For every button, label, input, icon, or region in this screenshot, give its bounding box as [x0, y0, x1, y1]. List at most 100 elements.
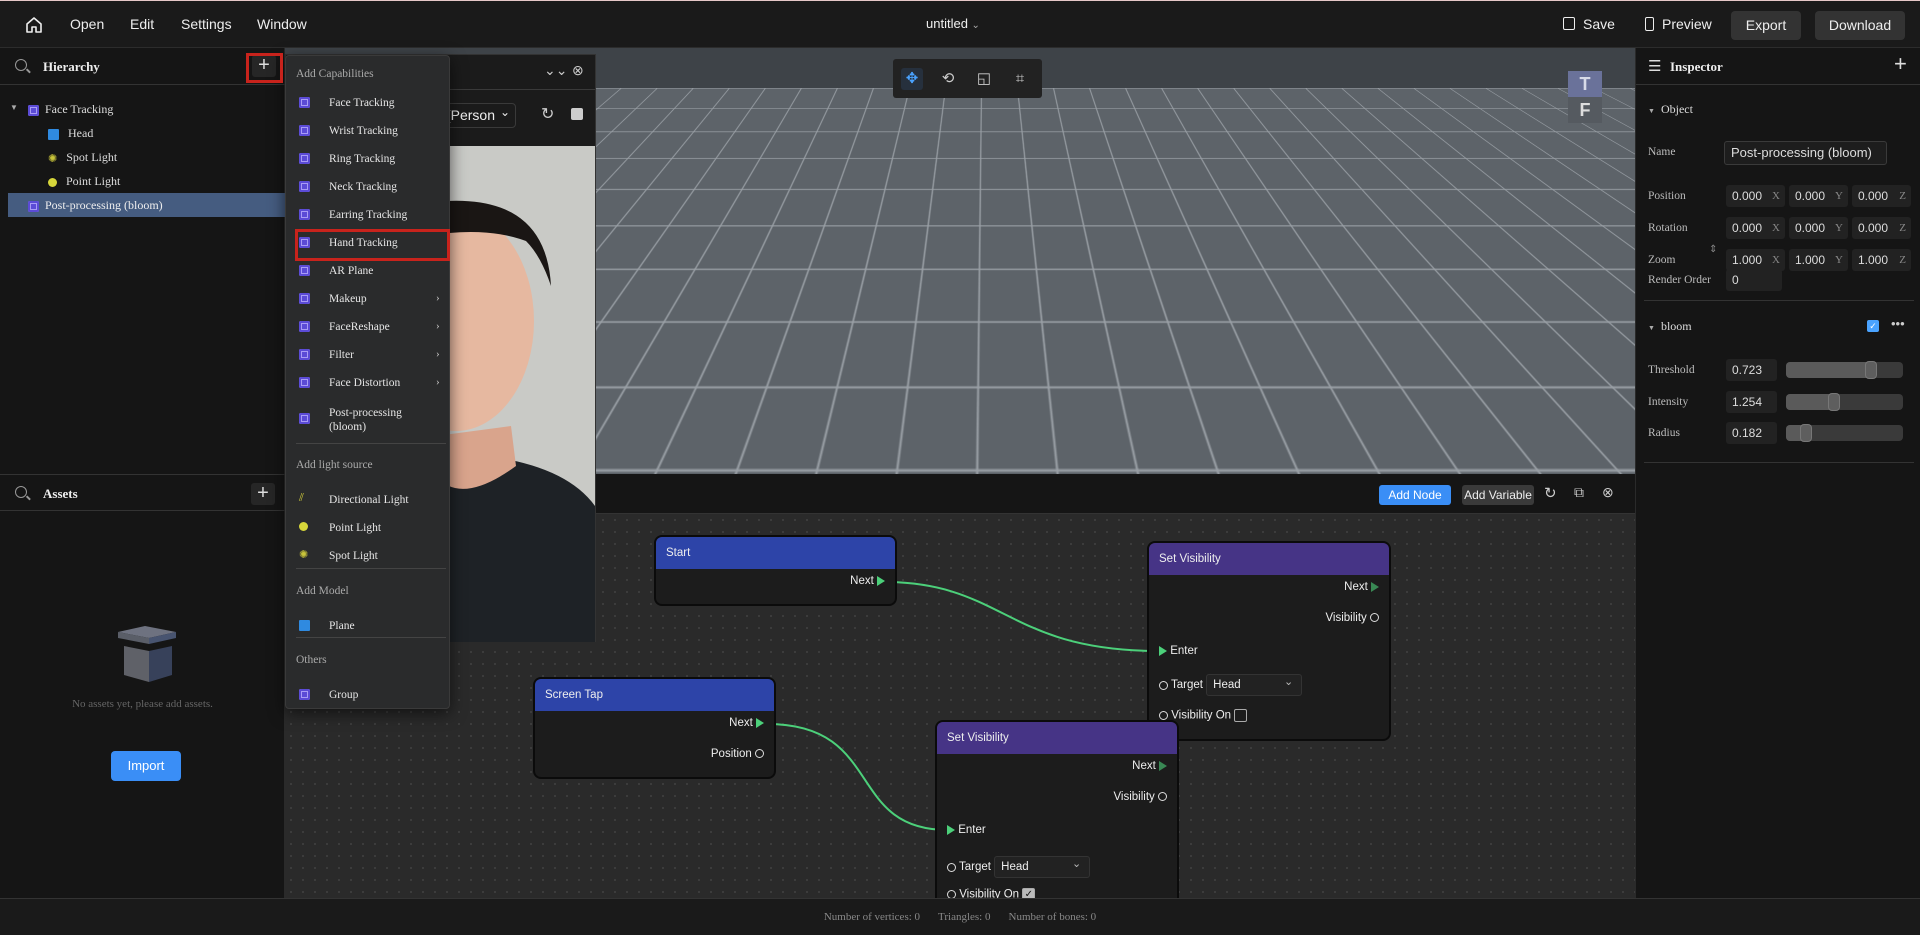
refresh-icon[interactable]: ↻: [1544, 484, 1557, 502]
node-title: Set Visibility: [1149, 543, 1389, 575]
close-icon[interactable]: ⊗: [572, 62, 584, 79]
position-z-input[interactable]: 0.000 Z: [1852, 185, 1911, 207]
chevron-right-icon: ›: [436, 320, 440, 332]
data-port-icon: [1158, 792, 1167, 802]
slider-handle[interactable]: [1799, 424, 1812, 442]
add-asset-button[interactable]: +: [251, 483, 275, 505]
add-hierarchy-button[interactable]: +: [252, 55, 276, 77]
stop-icon[interactable]: [571, 108, 583, 120]
capability-icon: [299, 181, 310, 192]
node-title: Set Visibility: [937, 722, 1177, 754]
menu-window[interactable]: Window: [257, 16, 307, 32]
search-icon[interactable]: [15, 59, 27, 71]
project-title[interactable]: untitled ⌄: [926, 16, 980, 31]
chevron-right-icon: ›: [436, 292, 440, 304]
menu-item-label: Face Distortion: [329, 377, 401, 389]
hierarchy-item-head[interactable]: Head: [48, 126, 93, 141]
port-next[interactable]: Next: [1344, 581, 1379, 593]
port-visibility-on[interactable]: Visibility On ✓: [947, 888, 1036, 898]
save-button[interactable]: Save: [1563, 16, 1615, 32]
port-next[interactable]: Next: [1132, 760, 1167, 772]
port-target[interactable]: Target Head: [947, 854, 1091, 878]
node-screen-tap[interactable]: Screen Tap Next Position: [533, 677, 776, 779]
refresh-icon[interactable]: ↻: [541, 104, 554, 124]
intensity-input[interactable]: 1.254: [1726, 391, 1777, 413]
visibility-on-checkbox[interactable]: ✓: [1022, 888, 1036, 898]
radius-slider[interactable]: [1786, 424, 1903, 442]
rotation-x-input[interactable]: 0.000 X: [1726, 217, 1785, 239]
link-scale-icon[interactable]: ⇕: [1709, 244, 1717, 255]
download-button[interactable]: Download: [1815, 11, 1905, 40]
rotation-z-input[interactable]: 0.000 Z: [1852, 217, 1911, 239]
move-icon[interactable]: ✥: [901, 68, 923, 90]
slider-handle[interactable]: [1827, 393, 1840, 411]
hierarchy-item-point-light[interactable]: Point Light: [48, 174, 120, 189]
position-y-input[interactable]: 0.000 Y: [1789, 185, 1848, 207]
visibility-on-checkbox[interactable]: [1234, 709, 1248, 722]
project-title-text: untitled: [926, 16, 968, 31]
inspector-panel: ☰ Inspector + ▼ Object Name Post-process…: [1635, 48, 1920, 898]
object-section-toggle[interactable]: ▼ Object: [1648, 102, 1693, 117]
directional-light-icon: ⫽: [299, 492, 304, 504]
close-graph-icon[interactable]: ⊗: [1602, 484, 1614, 501]
add-component-button[interactable]: +: [1894, 51, 1907, 77]
port-position[interactable]: Position: [711, 748, 764, 760]
node-set-visibility[interactable]: Set Visibility Next Visibility Enter Tar…: [1147, 541, 1391, 741]
add-node-button[interactable]: Add Node: [1379, 485, 1451, 505]
render-order-input[interactable]: 0: [1726, 269, 1782, 291]
collapse-icon[interactable]: ⌄⌄: [544, 62, 567, 79]
search-icon[interactable]: [15, 486, 27, 498]
more-options-icon[interactable]: •••: [1891, 316, 1905, 331]
bloom-section-toggle[interactable]: ▼ bloom: [1648, 319, 1692, 334]
port-enter[interactable]: Enter: [947, 824, 986, 836]
intensity-slider[interactable]: [1786, 393, 1903, 411]
zoom-y-input[interactable]: 1.000 Y: [1789, 249, 1848, 271]
export-button[interactable]: Export: [1731, 11, 1801, 40]
zoom-x-input[interactable]: 1.000 X: [1726, 249, 1785, 271]
head-model[interactable]: [855, 90, 1070, 430]
target-select[interactable]: Head: [994, 854, 1091, 878]
capability-icon: [299, 153, 310, 164]
zoom-z-input[interactable]: 1.000 Z: [1852, 249, 1911, 271]
port-next[interactable]: Next: [850, 575, 885, 587]
port-next[interactable]: Next: [729, 717, 764, 729]
port-visibility[interactable]: Visibility: [1113, 791, 1167, 803]
scale-icon[interactable]: ◱: [973, 68, 995, 90]
port-visibility[interactable]: Visibility: [1325, 612, 1379, 624]
menu-settings[interactable]: Settings: [181, 16, 232, 32]
menu-edit[interactable]: Edit: [130, 16, 154, 32]
hierarchy-item-face-tracking[interactable]: Face Tracking: [28, 102, 113, 117]
home-icon[interactable]: [25, 16, 43, 34]
view-front-button[interactable]: F: [1568, 97, 1602, 123]
axis-label: X: [1772, 222, 1780, 234]
add-variable-button[interactable]: Add Variable: [1462, 485, 1534, 505]
bloom-enabled-checkbox[interactable]: ✓: [1867, 320, 1879, 332]
threshold-input[interactable]: 0.723: [1726, 359, 1777, 381]
preview-button[interactable]: Preview: [1645, 16, 1712, 32]
hierarchy-item-post-processing[interactable]: Post-processing (bloom): [8, 193, 285, 217]
hierarchy-item-spot-light[interactable]: ✺ Spot Light: [48, 150, 117, 165]
position-x-input[interactable]: 0.000 X: [1726, 185, 1785, 207]
port-label: Target: [1171, 679, 1203, 692]
import-button[interactable]: Import: [111, 751, 181, 781]
menu-open[interactable]: Open: [70, 16, 104, 32]
target-select[interactable]: Head: [1206, 672, 1303, 696]
item-label: Head: [68, 126, 94, 140]
name-input[interactable]: Post-processing (bloom): [1724, 141, 1887, 165]
transform-icon[interactable]: ⌗: [1009, 68, 1031, 90]
port-target[interactable]: Target Head: [1159, 672, 1303, 696]
view-top-button[interactable]: T: [1568, 71, 1602, 97]
spot-light-icon: ✺: [48, 152, 58, 165]
radius-input[interactable]: 0.182: [1726, 422, 1777, 444]
slider-handle[interactable]: [1865, 361, 1878, 379]
node-set-visibility[interactable]: Set Visibility Next Visibility Enter Tar…: [935, 720, 1179, 898]
port-enter[interactable]: Enter: [1159, 645, 1198, 657]
wire-start-to-set-visibility: [882, 581, 1161, 652]
rotation-y-input[interactable]: 0.000 Y: [1789, 217, 1848, 239]
popout-icon[interactable]: ⧉: [1574, 484, 1584, 501]
node-start[interactable]: Start Next: [654, 535, 897, 606]
collapse-caret-icon[interactable]: ▼: [10, 103, 18, 112]
threshold-slider[interactable]: [1786, 361, 1903, 379]
menu-item-label: Earring Tracking: [329, 209, 408, 221]
rotate-icon[interactable]: ⟲: [937, 68, 959, 90]
